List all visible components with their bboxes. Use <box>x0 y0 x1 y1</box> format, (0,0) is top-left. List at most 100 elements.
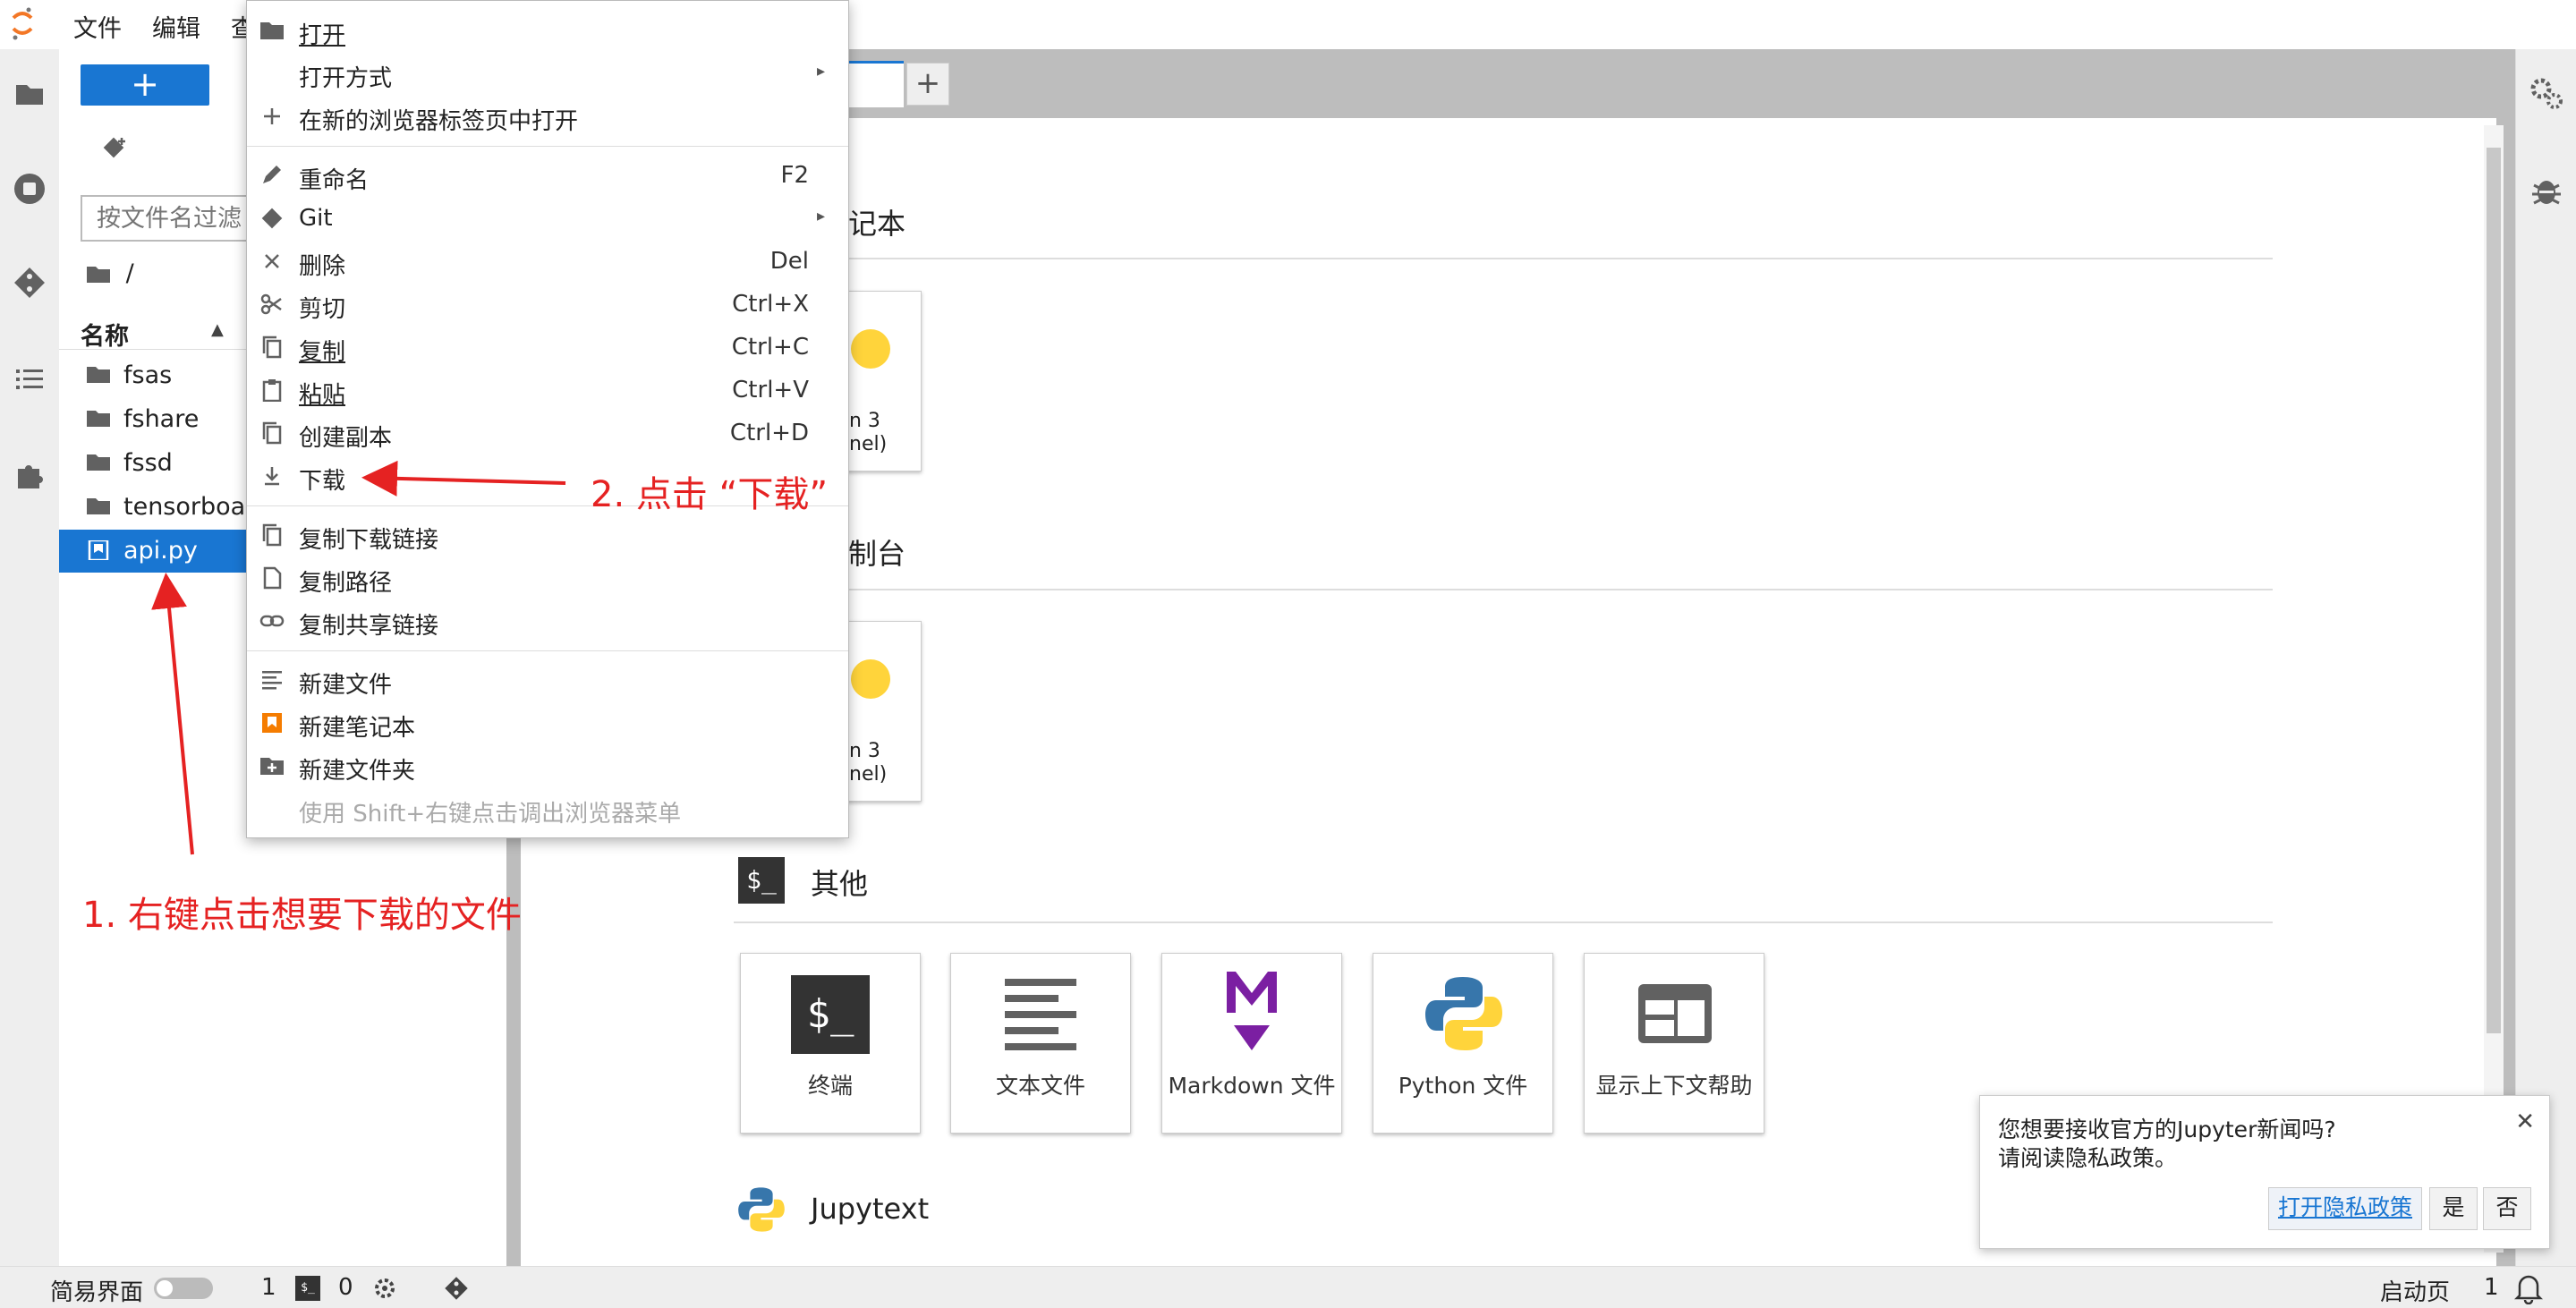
menu-item-duplicate[interactable]: 创建副本 Ctrl+D <box>247 412 848 454</box>
python-icon <box>851 659 890 699</box>
menu-item-label: 粘贴 <box>299 382 346 409</box>
python-icon <box>851 329 890 369</box>
git-icon[interactable] <box>442 1274 471 1303</box>
menu-item-new-notebook[interactable]: 新建笔记本 <box>247 702 848 743</box>
pencil-icon <box>263 166 281 183</box>
menu-item-copy-path[interactable]: 复制路径 <box>247 557 848 599</box>
breadcrumb-root[interactable]: / <box>126 259 134 287</box>
menu-item-label: 复制 <box>299 339 346 366</box>
bell-icon[interactable] <box>2514 1272 2543 1304</box>
menu-item-label: 新建文件夹 <box>299 758 416 785</box>
notification-count: 1 <box>2484 1274 2499 1301</box>
kernel-label-1: n 3 <box>849 410 880 432</box>
terminal-count: 1 <box>261 1274 276 1301</box>
text-file-card[interactable]: 文本文件 <box>950 953 1131 1134</box>
menu-item-new-folder[interactable]: 新建文件夹 <box>247 745 848 786</box>
menu-shortcut: Ctrl+X <box>732 291 809 318</box>
menu-item-label: 复制共享链接 <box>299 613 439 640</box>
breadcrumb[interactable]: / <box>86 259 134 287</box>
simple-mode-toggle[interactable] <box>154 1278 213 1299</box>
property-inspector-gears-icon[interactable] <box>2529 76 2564 112</box>
yes-button[interactable]: 是 <box>2429 1187 2478 1230</box>
menu-item-open-new-tab[interactable]: 在新的浏览器标签页中打开 <box>247 96 848 137</box>
terminal-icon: $_ <box>295 1276 320 1301</box>
debugger-bug-icon[interactable] <box>2530 173 2563 208</box>
python-file-card[interactable]: Python 文件 <box>1373 953 1553 1134</box>
menu-item-copy[interactable]: 复制 Ctrl+C <box>247 327 848 368</box>
section-divider <box>734 922 2273 923</box>
download-icon <box>265 467 279 486</box>
menu-item-copy-download-link[interactable]: 复制下载链接 <box>247 514 848 556</box>
menu-item-open-with[interactable]: 打开方式 ▸ <box>247 53 848 94</box>
terminal-card[interactable]: $_ 终端 <box>740 953 921 1134</box>
menu-item-label: 删除 <box>299 253 346 280</box>
menu-item-label: 复制下载链接 <box>299 527 439 554</box>
folder-icon[interactable] <box>11 74 48 112</box>
kernel-count: 0 <box>338 1274 353 1301</box>
terminal-icon: $_ <box>738 857 785 904</box>
menu-item-copy-share-link[interactable]: 复制共享链接 <box>247 600 848 641</box>
annotation-step-1: 1. 右键点击想要下载的文件 <box>82 895 522 936</box>
menu-edit[interactable]: 编辑 <box>152 9 200 44</box>
kernel-label-2: nel) <box>849 763 888 786</box>
markdown-icon <box>1227 972 1277 1050</box>
file-icon <box>263 566 282 590</box>
section-divider <box>734 589 2273 590</box>
file-name: fsas <box>123 361 173 389</box>
duplicate-icon <box>262 421 282 445</box>
scissors-icon <box>260 293 282 315</box>
copy-icon <box>262 335 282 359</box>
scrollbar-thumb[interactable] <box>2487 148 2501 1033</box>
text-file-icon <box>262 671 282 690</box>
context-help-card[interactable]: 显示上下文帮助 <box>1584 953 1764 1134</box>
section-divider <box>734 258 2273 259</box>
menu-item-cut[interactable]: 剪切 Ctrl+X <box>247 284 848 325</box>
left-activity-bar <box>0 49 60 1266</box>
kernel-status-gear-icon[interactable] <box>372 1276 397 1301</box>
folder-icon <box>87 411 110 427</box>
right-sidebar <box>2515 49 2576 1266</box>
git-clone-icon[interactable] <box>100 134 129 163</box>
menu-item-label: 在新的浏览器标签页中打开 <box>299 108 579 135</box>
new-launcher-button[interactable]: + <box>81 64 209 106</box>
new-tab-button[interactable]: + <box>906 63 949 106</box>
submenu-arrow-icon: ▸ <box>816 207 825 225</box>
status-bar: 简易界面 1 $_ 0 启动页 1 <box>0 1266 2576 1308</box>
menu-separator <box>247 650 848 651</box>
menu-shortcut: Ctrl+C <box>731 334 809 361</box>
menu-item-delete[interactable]: 删除 Del <box>247 241 848 282</box>
close-icon[interactable]: ✕ <box>2515 1108 2535 1135</box>
open-privacy-policy-button[interactable]: 打开隐私政策 <box>2268 1187 2422 1230</box>
menu-shortcut: Del <box>769 248 809 275</box>
menu-item-label: 下载 <box>299 468 346 495</box>
link-icon <box>259 615 285 627</box>
menu-item-new-file[interactable]: 新建文件 <box>247 659 848 701</box>
menu-file[interactable]: 文件 <box>73 9 122 44</box>
card-label: 终端 <box>807 1073 853 1099</box>
plus-icon <box>264 108 280 124</box>
terminal-icon: $_ <box>791 975 870 1054</box>
menu-item-paste[interactable]: 粘贴 Ctrl+V <box>247 369 848 411</box>
notebook-icon <box>262 713 282 733</box>
git-icon[interactable] <box>11 264 48 302</box>
folder-icon <box>87 367 110 383</box>
menu-item-rename[interactable]: 重命名 F2 <box>247 155 848 196</box>
simple-mode-label: 简易界面 <box>50 1279 144 1306</box>
menu-item-git[interactable]: Git ▸ <box>247 198 848 239</box>
folder-icon <box>260 22 284 39</box>
no-button[interactable]: 否 <box>2483 1187 2531 1230</box>
table-of-contents-icon[interactable] <box>11 361 48 398</box>
new-folder-icon <box>260 758 284 775</box>
kernel-label-1: n 3 <box>849 740 880 762</box>
menu-item-open[interactable]: 打开 <box>247 10 848 51</box>
toast-message-line1: 您想要接收官方的Jupyter新闻吗? <box>1998 1117 2336 1142</box>
menu-item-label: 打开 <box>299 22 346 49</box>
menu-separator <box>247 146 848 147</box>
extensions-puzzle-icon[interactable] <box>11 456 48 494</box>
markdown-file-card[interactable]: Markdown 文件 <box>1161 953 1342 1134</box>
python-icon <box>1425 977 1502 1050</box>
menu-item-label: 创建副本 <box>299 425 393 452</box>
running-stop-icon[interactable] <box>11 170 48 208</box>
context-help-icon <box>1638 984 1712 1043</box>
clipboard-icon <box>262 379 282 402</box>
